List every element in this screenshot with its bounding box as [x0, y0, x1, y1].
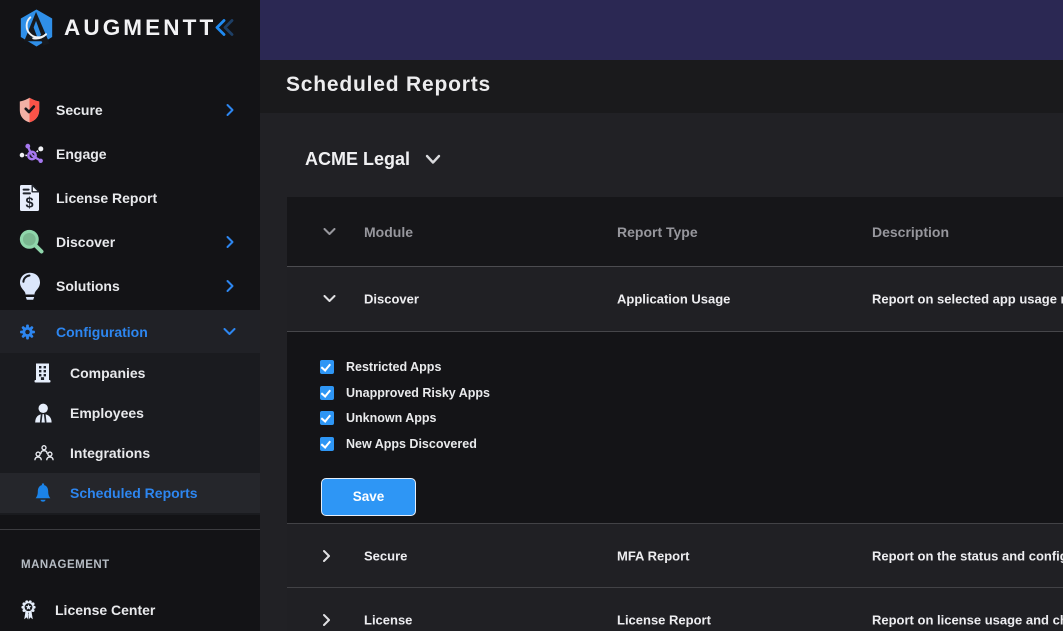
svg-text:$: $ — [25, 196, 33, 212]
